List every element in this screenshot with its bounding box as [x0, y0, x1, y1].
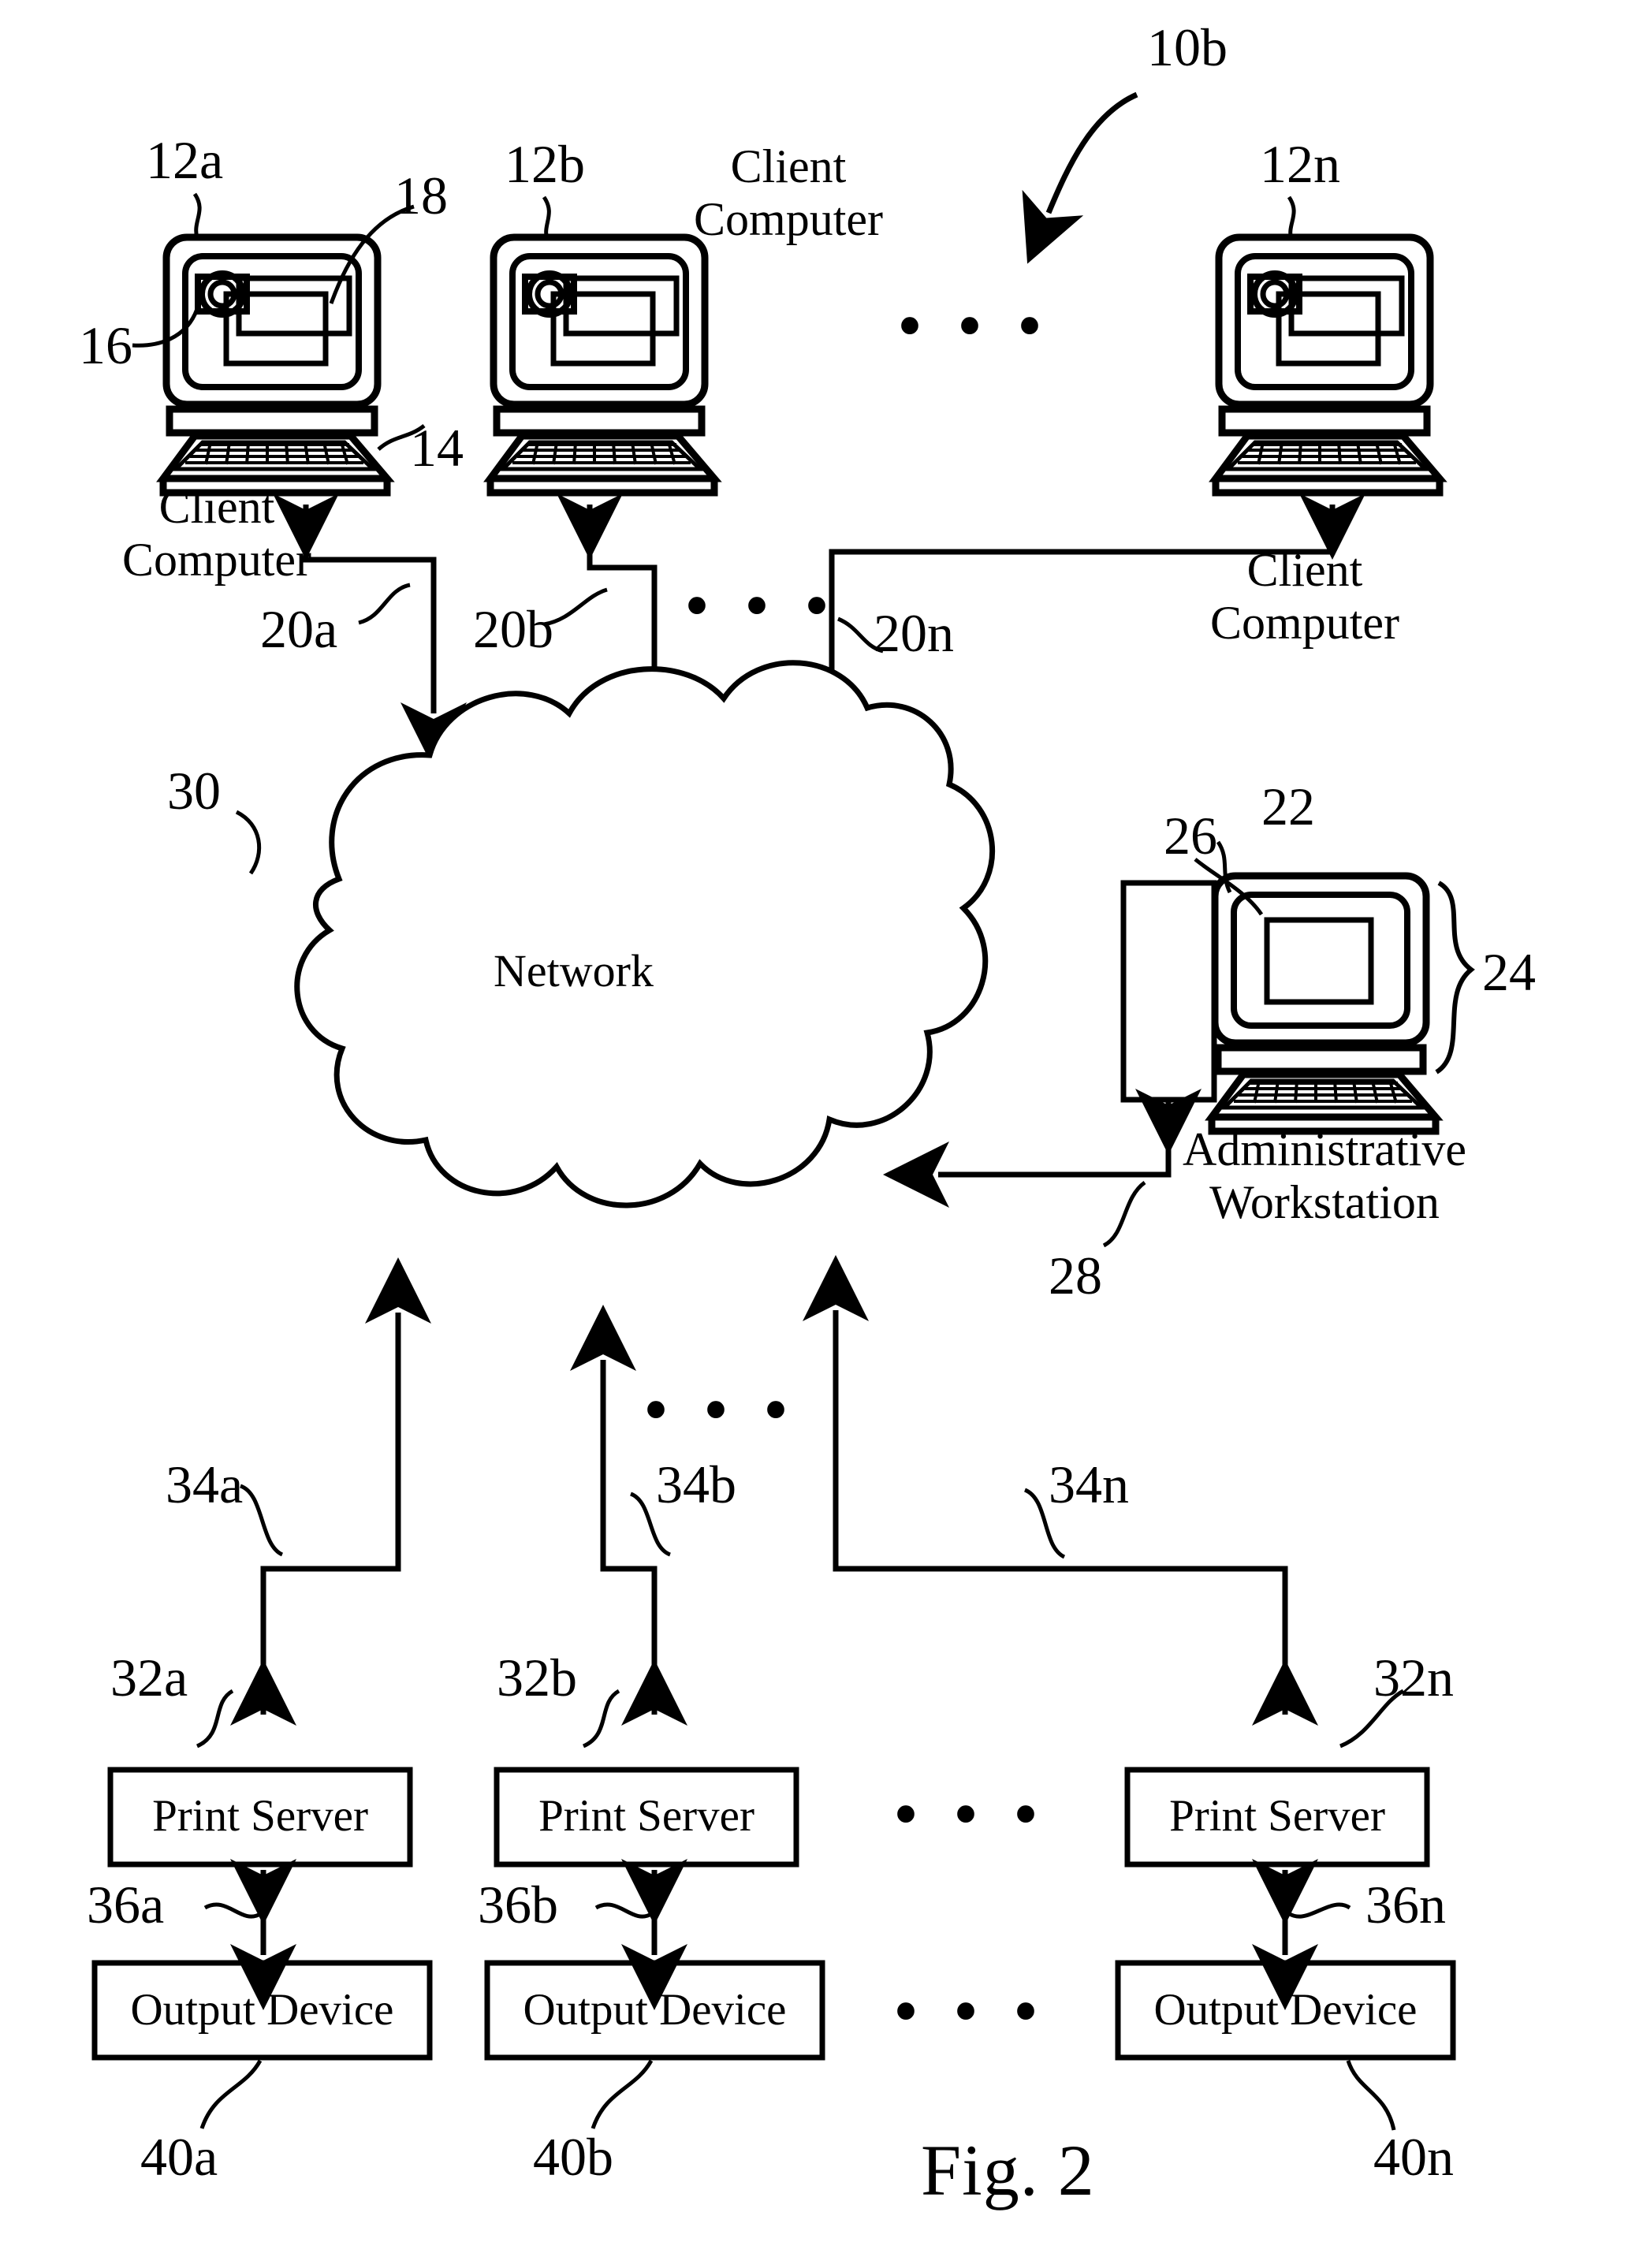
- admin-tower: [1120, 880, 1217, 1103]
- ref-16: 16: [79, 315, 132, 375]
- leader-32a: [196, 1689, 234, 1748]
- ref-32a: 32a: [110, 1648, 188, 1708]
- ref-40a: 40a: [140, 2127, 218, 2187]
- ref-24: 24: [1482, 942, 1536, 1002]
- caption-line-1: Client: [158, 481, 275, 533]
- print-server-label-a: Print Server: [152, 1791, 368, 1841]
- leader-36b: [594, 1902, 653, 1919]
- ellipsis-uplink-row: • • •: [645, 1376, 799, 1445]
- ref-14: 14: [410, 418, 464, 478]
- leader-12n: [1287, 196, 1296, 240]
- print-server-label-b: Print Server: [538, 1791, 754, 1841]
- caption-line-1: Client: [730, 140, 847, 192]
- link-34a: [230, 1257, 431, 1726]
- ellipsis-output-device-row: • • •: [895, 1977, 1049, 2046]
- ref-34b: 34b: [656, 1454, 736, 1514]
- output-device-label-n: Output Device: [1153, 1985, 1418, 2035]
- ref-34n: 34n: [1049, 1454, 1129, 1514]
- leader-10b-arrow: [1022, 91, 1138, 264]
- caption-admin-workstation: Administrative Workstation: [1159, 1123, 1490, 1229]
- ref-40n: 40n: [1373, 2127, 1454, 2187]
- leader-20b: [543, 587, 608, 627]
- leader-40a: [199, 2059, 263, 2129]
- caption-line-2: Computer: [1210, 597, 1399, 650]
- caption-line-1: Client: [1246, 544, 1363, 596]
- network-label: Network: [494, 945, 654, 996]
- ref-36n: 36n: [1365, 1875, 1446, 1935]
- ref-32b: 32b: [497, 1648, 577, 1708]
- ref-20n: 20n: [874, 603, 954, 663]
- ref-28: 28: [1049, 1246, 1102, 1305]
- ref-20b: 20b: [473, 599, 553, 659]
- client-computer-icon-12b: [490, 237, 714, 493]
- caption-client-computer-12b: Client Computer: [674, 140, 903, 246]
- ref-12b: 12b: [505, 134, 585, 194]
- caption-client-computer-12n: Client Computer: [1175, 544, 1435, 650]
- leader-36n: [1288, 1902, 1351, 1919]
- ref-26: 26: [1164, 806, 1217, 866]
- leader-30: [235, 810, 262, 875]
- leader-32b: [582, 1689, 620, 1748]
- ref-10b: 10b: [1147, 17, 1228, 77]
- network-cloud-shape: [294, 660, 996, 1208]
- link-28: [883, 1089, 1202, 1208]
- patent-figure-2: 10b 12a 18 16 14 Client Computer 12b Cli…: [0, 0, 1643, 2268]
- ref-36b: 36b: [478, 1875, 558, 1935]
- caption-line-1: Administrative: [1183, 1123, 1466, 1175]
- leader-36a: [203, 1902, 262, 1919]
- caption-line-2: Computer: [694, 193, 883, 246]
- brace-24: [1435, 881, 1475, 1074]
- figure-caption: Fig. 2: [921, 2130, 1095, 2210]
- ref-32n: 32n: [1373, 1648, 1454, 1708]
- client-computer-icon-12n: [1216, 237, 1440, 493]
- leader-20a: [358, 583, 411, 625]
- caption-line-2: Computer: [122, 534, 311, 587]
- leader-12b: [542, 196, 551, 240]
- output-device-label-b: Output Device: [523, 1985, 787, 2035]
- ref-30: 30: [167, 761, 221, 821]
- leader-40n: [1346, 2060, 1396, 2131]
- output-device-label-a: Output Device: [130, 1985, 394, 2035]
- ref-40b: 40b: [533, 2127, 613, 2187]
- print-server-label-n: Print Server: [1169, 1791, 1385, 1841]
- client-computer-icon-12a: [163, 237, 387, 493]
- ref-18: 18: [394, 166, 448, 225]
- leader-40b: [591, 2059, 654, 2129]
- ellipsis-link-row: • • •: [686, 572, 840, 641]
- leader-28: [1102, 1180, 1146, 1248]
- ref-20a: 20a: [260, 599, 338, 659]
- caption-line-2: Workstation: [1209, 1176, 1440, 1229]
- leader-34a: [239, 1484, 284, 1557]
- ellipsis-client-row: • • •: [899, 292, 1052, 361]
- caption-client-computer-12a: Client Computer: [102, 481, 331, 587]
- leader-12a: [192, 192, 202, 239]
- ref-34a: 34a: [166, 1454, 244, 1514]
- ref-36a: 36a: [87, 1875, 165, 1935]
- admin-workstation-icon: [1120, 876, 1436, 1131]
- ellipsis-print-server-row: • • •: [895, 1780, 1049, 1849]
- ref-12n: 12n: [1260, 134, 1340, 194]
- ref-12a: 12a: [146, 130, 224, 190]
- ref-22: 22: [1261, 776, 1315, 836]
